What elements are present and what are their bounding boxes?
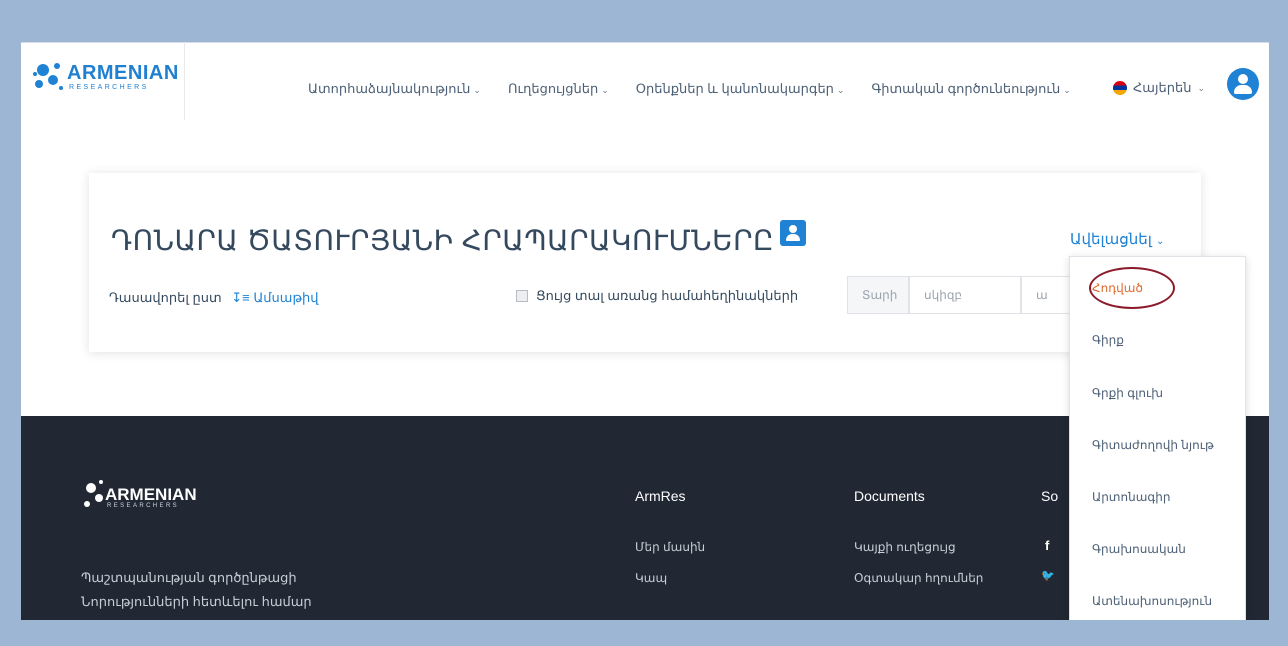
footer-col-social-title: So	[1041, 488, 1059, 504]
menu-item-conference-material[interactable]: Գիտաժողովի նյութ	[1092, 438, 1214, 452]
nav-item-label: Ատորհաձայնակություն	[308, 81, 471, 96]
footer-link-useful-links[interactable]: Օգտակար հղումներ	[854, 571, 983, 585]
armenian-flag-icon	[1113, 81, 1127, 95]
user-avatar-icon[interactable]	[1227, 68, 1259, 100]
sort-label: Դասավորել ըստ	[109, 290, 222, 305]
footer-col-documents-title: Documents	[854, 488, 925, 504]
chevron-down-icon: ⌄	[1063, 85, 1071, 95]
site-logo[interactable]: ARMENIAN RESEARCHERS	[31, 56, 178, 96]
language-label: Հայերեն	[1133, 80, 1192, 95]
chevron-down-icon: ⌄	[601, 85, 609, 95]
annotation-circle	[1089, 267, 1175, 309]
page-title-text: ԴՈՆԱՐԱ ԾԱՏՈՒՐՅԱՆԻ ՀՐԱՊԱՐԱԿՈՒՄՆԵՐԸ	[111, 225, 775, 256]
nav-item-label: Գիտական գործունեություն	[871, 81, 1061, 96]
year-filter: Տարի սկիզբ ա	[847, 276, 1081, 316]
chevron-down-icon: ⌄	[1155, 236, 1165, 247]
year-label-field: Տարի	[847, 276, 909, 314]
twitter-icon[interactable]: 🐦	[1041, 569, 1055, 582]
add-button-label: Ավելացնել	[1070, 231, 1152, 248]
site-header: ARMENIAN RESEARCHERS Ատորհաձայնակություն…	[21, 42, 1269, 134]
menu-item-book-chapter[interactable]: Գրքի գլուխ	[1092, 386, 1163, 400]
sort-icon: ↧≡	[231, 290, 250, 305]
chevron-down-icon: ⌄	[1197, 82, 1206, 93]
sort-value: Ամսաթիվ	[253, 290, 319, 305]
add-dropdown-menu: Հոդված Գիրք Գրքի գլուխ Գիտաժողովի նյութ …	[1069, 256, 1246, 620]
footer-link-about[interactable]: Մեր մասին	[635, 540, 705, 554]
nav-item-scientific-activity[interactable]: Գիտական գործունեություն ⌄	[871, 81, 1070, 97]
menu-item-dissertation[interactable]: Ատենախոսություն	[1092, 594, 1212, 608]
chevron-down-icon: ⌄	[836, 85, 845, 95]
hide-coauthors-toggle[interactable]: Ցույց տալ առանց համահեղինակների	[516, 288, 798, 304]
footer-logo[interactable]: ARMENIAN RESEARCHERS	[81, 476, 241, 516]
checkbox-label: Ցույց տալ առանց համահեղինակների	[536, 288, 799, 303]
menu-item-review[interactable]: Գրախոսական	[1092, 542, 1186, 556]
menu-item-book[interactable]: Գիրք	[1092, 333, 1124, 347]
nav-item-label: Օրենքներ և կանոնակարգեր	[635, 81, 834, 96]
year-start-input[interactable]: սկիզբ	[909, 276, 1021, 314]
nav-item-research[interactable]: Ատորհաձայնակություն ⌄	[308, 81, 481, 97]
footer-logo-text: ARMENIAN	[105, 485, 197, 504]
logo-subtext: RESEARCHERS	[69, 84, 149, 91]
header-divider	[184, 42, 185, 120]
facebook-icon[interactable]: f	[1045, 538, 1049, 553]
nav-item-label: Ուղեցույցներ	[507, 81, 599, 96]
footer-col-armres-title: ArmRes	[635, 488, 686, 504]
nav-item-guides[interactable]: Ուղեցույցներ ⌄	[508, 81, 609, 97]
user-profile-icon[interactable]	[780, 220, 807, 246]
footer-link-site-guide[interactable]: Կայքի ուղեցույց	[854, 540, 956, 554]
footer-logo-subtext: RESEARCHERS	[107, 503, 180, 509]
add-dropdown-button[interactable]: Ավելացնել ⌄	[1070, 230, 1164, 248]
chevron-down-icon: ⌄	[473, 85, 481, 95]
sort-by-date-link[interactable]: ↧≡ Ամսաթիվ	[231, 290, 318, 305]
logo-molecule-icon	[33, 63, 63, 90]
nav-item-laws[interactable]: Օրենքներ և կանոնակարգեր ⌄	[636, 81, 845, 97]
publications-card: ԴՈՆԱՐԱ ԾԱՏՈՒՐՅԱՆԻ ՀՐԱՊԱՐԱԿՈՒՄՆԵՐԸ Ավելաց…	[89, 173, 1201, 352]
main-nav: Ատորհաձայնակություն ⌄ Ուղեցույցներ ⌄ Օրենք…	[308, 81, 1098, 97]
footer-text-line: Նորությունների հետևելու համար	[81, 594, 312, 609]
footer-link-contact[interactable]: Կապ	[635, 571, 667, 585]
page-frame: ARMENIAN RESEARCHERS Ատորհաձայնակություն…	[21, 42, 1269, 620]
page-title: ԴՈՆԱՐԱ ԾԱՏՈՒՐՅԱՆԻ ՀՐԱՊԱՐԱԿՈՒՄՆԵՐԸ	[111, 220, 807, 257]
language-selector[interactable]: Հայերեն ⌄	[1113, 80, 1205, 96]
logo-text: ARMENIAN	[67, 62, 179, 84]
menu-item-patent[interactable]: Արտոնագիր	[1092, 490, 1171, 504]
footer-description: Պաշտպանության գործընթացի Նորությունների …	[81, 566, 312, 614]
sort-control: Դասավորել ըստ ↧≡ Ամսաթիվ	[109, 290, 319, 306]
footer-text-line: Պաշտպանության գործընթացի	[81, 570, 297, 585]
checkbox[interactable]	[516, 290, 528, 302]
